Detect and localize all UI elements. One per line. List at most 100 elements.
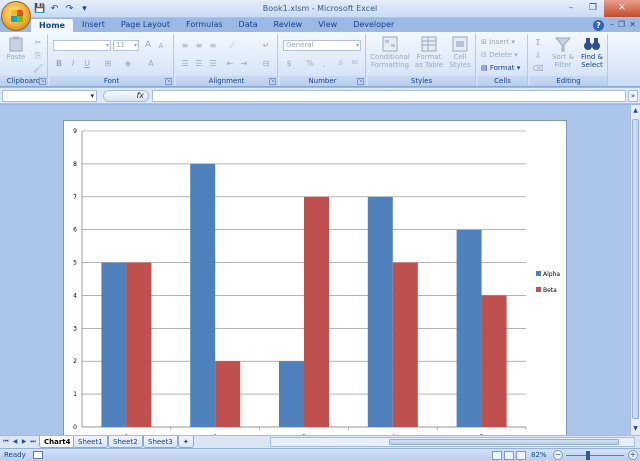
bold-button[interactable]: B xyxy=(53,58,65,69)
page-break-view-icon[interactable] xyxy=(516,451,526,460)
minimize-button[interactable]: – xyxy=(560,0,582,17)
font-launcher-icon[interactable]: ↘ xyxy=(165,78,172,85)
formula-input[interactable] xyxy=(152,90,626,102)
find-select-button[interactable]: Find & Select xyxy=(578,36,606,69)
wrap-text-icon[interactable]: ↵ xyxy=(260,40,272,51)
workbook-minimize-button[interactable]: – xyxy=(610,20,614,29)
shrink-font-button[interactable]: A xyxy=(155,41,167,52)
zoom-out-icon[interactable]: − xyxy=(553,450,563,460)
format-as-table-icon xyxy=(421,36,437,52)
tab-view[interactable]: View xyxy=(310,18,345,32)
last-sheet-icon[interactable]: ⏭ xyxy=(29,437,37,447)
expand-formula-bar-icon[interactable]: » xyxy=(628,90,638,102)
format-cells-button[interactable]: ▤ Format ▾ xyxy=(481,63,520,73)
zoom-slider-thumb[interactable] xyxy=(586,451,590,460)
tab-insert[interactable]: Insert xyxy=(74,18,113,32)
number-format-dropdown-icon: ▾ xyxy=(355,42,359,49)
tab-developer[interactable]: Developer xyxy=(345,18,402,32)
tab-home[interactable]: Home xyxy=(30,18,74,32)
autosum-icon[interactable]: Σ xyxy=(532,37,544,48)
bottom-align-icon[interactable]: ≡ xyxy=(207,40,219,51)
y-tick-label: 5 xyxy=(73,260,77,267)
center-icon[interactable]: ☰ xyxy=(193,58,205,69)
currency-button[interactable]: $ xyxy=(283,58,295,69)
copy-icon[interactable]: ⎘ xyxy=(32,50,44,61)
tab-data[interactable]: Data xyxy=(231,18,266,32)
zoom-slider-track[interactable] xyxy=(566,455,624,456)
paste-button[interactable]: Paste xyxy=(3,36,29,61)
horizontal-scroll-thumb[interactable] xyxy=(389,439,619,445)
workbook-close-button[interactable]: ✕ xyxy=(629,20,636,29)
sort-filter-button[interactable]: Sort & Filter xyxy=(550,36,576,69)
cell-styles-label-2: Styles xyxy=(449,61,471,69)
prev-sheet-icon[interactable]: ◀ xyxy=(11,437,19,447)
alignment-launcher-icon[interactable]: ↘ xyxy=(269,78,276,85)
insert-function-button[interactable]: fx xyxy=(103,90,149,102)
macro-recording-icon[interactable] xyxy=(33,451,43,459)
horizontal-scrollbar[interactable] xyxy=(270,437,635,447)
increase-indent-icon[interactable]: ⇥ xyxy=(238,58,250,69)
comma-button[interactable]: , xyxy=(318,58,330,69)
vertical-scroll-thumb[interactable] xyxy=(632,119,639,419)
normal-view-icon[interactable] xyxy=(492,451,502,460)
grow-font-button[interactable]: A xyxy=(142,40,154,51)
chart-area[interactable]: 012345678912345AlphaBeta xyxy=(63,120,567,435)
cell-styles-button[interactable]: Cell Styles xyxy=(447,36,473,69)
tab-page-layout[interactable]: Page Layout xyxy=(113,18,178,32)
number-launcher-icon[interactable]: ↘ xyxy=(357,78,364,85)
insert-cells-button[interactable]: ⊞ Insert ▾ xyxy=(481,37,515,47)
font-size-combo[interactable]: 11 ▾ xyxy=(113,40,139,51)
decrease-indent-icon[interactable]: ⇤ xyxy=(224,58,236,69)
italic-button[interactable]: I xyxy=(67,58,79,69)
conditional-formatting-button[interactable]: Conditional Formatting xyxy=(369,36,411,69)
middle-align-icon[interactable]: ≡ xyxy=(193,40,205,51)
decrease-decimal-button[interactable]: .00 xyxy=(348,58,360,69)
top-align-icon[interactable]: ≡ xyxy=(179,40,191,51)
format-painter-icon[interactable]: 🖌 xyxy=(32,63,44,74)
sheet-tab-bar: ⏮ ◀ ▶ ⏭ Chart4 Sheet1 Sheet2 Sheet3 ✦ xyxy=(0,435,640,448)
format-as-table-button[interactable]: Format as Table xyxy=(413,36,445,69)
font-name-combo[interactable]: ▾ xyxy=(53,40,111,51)
borders-icon[interactable]: ⊞ xyxy=(102,58,114,69)
office-button[interactable] xyxy=(1,1,31,31)
page-layout-view-icon[interactable] xyxy=(504,451,514,460)
align-left-icon[interactable]: ☰ xyxy=(179,58,191,69)
y-tick-label: 0 xyxy=(73,424,77,431)
insert-sheet-icon[interactable]: ✦ xyxy=(178,436,194,448)
merge-center-icon[interactable]: ⊟ xyxy=(260,58,272,69)
fill-icon[interactable]: ⇩ xyxy=(532,50,544,61)
font-color-icon[interactable]: A xyxy=(145,58,157,69)
clear-icon[interactable]: ⌫ xyxy=(532,63,544,74)
sheet-tab-chart4[interactable]: Chart4 xyxy=(39,436,76,448)
workbook-restore-button[interactable]: ❐ xyxy=(618,20,625,29)
sheet-tab-sheet1[interactable]: Sheet1 xyxy=(73,436,108,448)
delete-cells-button[interactable]: ⊟ Delete ▾ xyxy=(481,50,518,60)
close-button[interactable]: ✕ xyxy=(604,0,640,17)
cut-icon[interactable]: ✂ xyxy=(32,37,44,48)
zoom-in-icon[interactable]: + xyxy=(628,450,638,460)
orientation-icon[interactable]: ⟋ xyxy=(226,40,238,51)
sheet-tab-sheet2[interactable]: Sheet2 xyxy=(108,436,143,448)
tab-review[interactable]: Review xyxy=(266,18,311,32)
sheet-tab-sheet3[interactable]: Sheet3 xyxy=(143,436,178,448)
increase-decimal-button[interactable]: .0 xyxy=(334,58,346,69)
percent-button[interactable]: % xyxy=(304,58,316,69)
number-format-combo[interactable]: General ▾ xyxy=(283,40,361,51)
vertical-scrollbar[interactable]: ▲ ▼ xyxy=(630,105,640,435)
align-right-icon[interactable]: ☰ xyxy=(207,58,219,69)
scroll-down-icon[interactable]: ▼ xyxy=(631,423,640,435)
name-box-dropdown-icon[interactable]: ▾ xyxy=(90,92,94,100)
scroll-up-icon[interactable]: ▲ xyxy=(631,105,640,117)
fill-color-icon[interactable]: ◈ xyxy=(122,58,134,69)
name-box[interactable]: ▾ xyxy=(2,90,97,102)
zoom-level[interactable]: 82% xyxy=(531,451,547,459)
underline-button[interactable]: U xyxy=(81,58,93,69)
tab-formulas[interactable]: Formulas xyxy=(178,18,231,32)
bar-alpha xyxy=(456,229,482,427)
restore-button[interactable]: ❐ xyxy=(582,0,604,17)
next-sheet-icon[interactable]: ▶ xyxy=(20,437,28,447)
first-sheet-icon[interactable]: ⏮ xyxy=(2,437,10,447)
help-icon[interactable]: ? xyxy=(593,20,604,31)
font-size-value: 11 xyxy=(116,41,125,49)
clipboard-launcher-icon[interactable]: ↘ xyxy=(39,78,46,85)
